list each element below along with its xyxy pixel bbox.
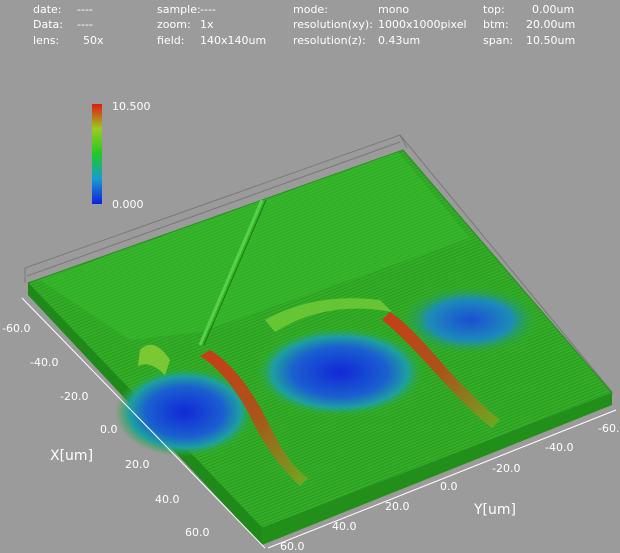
surface-3d-view[interactable]: 10.500 0.000 -60.0 -40.0 -20.0 0.0 20.0 … bbox=[0, 0, 620, 553]
x-tick-label: 40.0 bbox=[155, 493, 180, 506]
x-tick-label: 0.0 bbox=[100, 423, 118, 436]
x-tick-label: 60.0 bbox=[185, 526, 210, 539]
x-tick-label: -60.0 bbox=[2, 322, 30, 335]
colorbar-min: 0.000 bbox=[112, 198, 144, 211]
y-tick-label: -20.0 bbox=[492, 462, 520, 475]
colorbar bbox=[92, 104, 102, 204]
x-tick-label: 20.0 bbox=[125, 458, 150, 471]
colorbar-max: 10.500 bbox=[112, 100, 151, 113]
x-axis-title: X[um] bbox=[50, 448, 93, 464]
y-tick-label: 40.0 bbox=[332, 520, 357, 533]
y-tick-label: 60.0 bbox=[280, 540, 305, 553]
y-tick-label: -60.0 bbox=[598, 422, 620, 435]
y-tick-label: -40.0 bbox=[545, 441, 573, 454]
y-tick-label: 0.0 bbox=[440, 480, 458, 493]
x-tick-label: -20.0 bbox=[60, 390, 88, 403]
pit-center bbox=[255, 327, 425, 417]
y-axis-title: Y[um] bbox=[473, 502, 516, 518]
x-tick-label: -40.0 bbox=[30, 356, 58, 369]
y-tick-label: 20.0 bbox=[385, 500, 410, 513]
